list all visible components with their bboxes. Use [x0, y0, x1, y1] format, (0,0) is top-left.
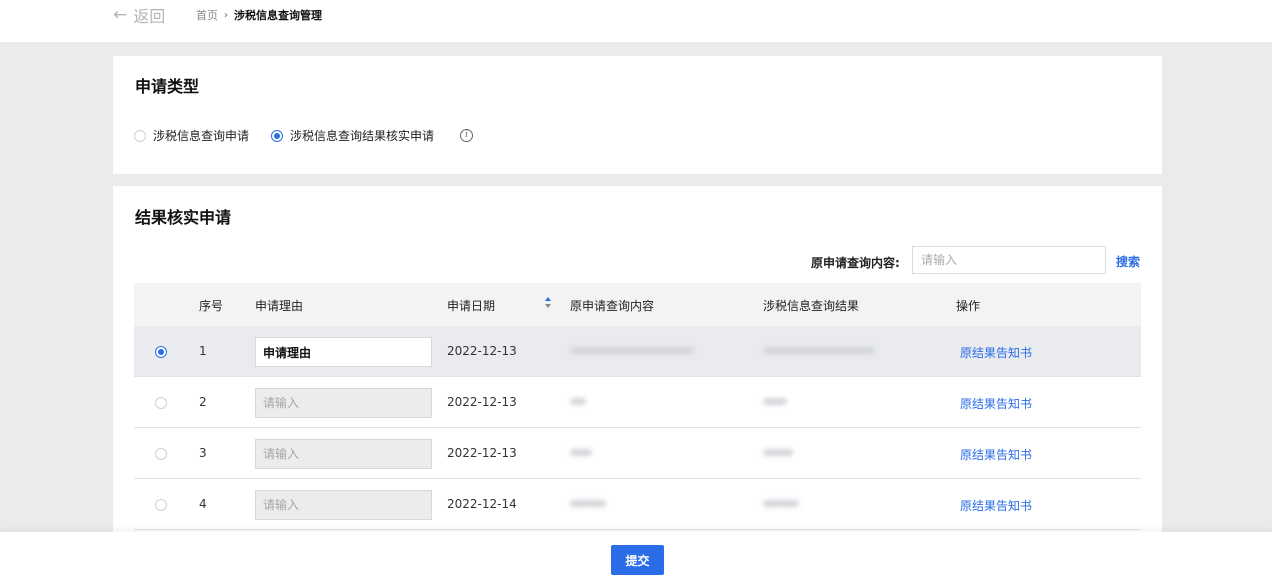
- back-arrow-icon: ←: [113, 5, 128, 25]
- original-notice-link[interactable]: 原结果告知书: [960, 395, 1032, 412]
- redacted-original-content: [570, 398, 586, 405]
- table-row[interactable]: 4 2022-12-14 原结果告知书: [134, 479, 1141, 530]
- reason-input[interactable]: [255, 388, 432, 418]
- redacted-query-result: [763, 449, 793, 456]
- verify-card: 结果核实申请 原申请查询内容: 搜索 序号 申请理由 申请日期 原申请查询内容 …: [113, 186, 1162, 546]
- apply-type-title: 申请类型: [135, 77, 200, 96]
- radio-verify-label: 涉税信息查询结果核实申请: [290, 129, 435, 143]
- reason-input[interactable]: [255, 490, 432, 520]
- table-row[interactable]: 3 2022-12-13 原结果告知书: [134, 428, 1141, 479]
- redacted-original-content: [570, 347, 694, 354]
- search-input[interactable]: [912, 246, 1106, 274]
- redacted-original-content: [570, 449, 592, 456]
- row-date: 2022-12-13: [447, 446, 517, 460]
- apply-type-card: 申请类型 涉税信息查询申请 涉税信息查询结果核实申请 i: [113, 56, 1162, 174]
- top-bar: ← 返回 首页 › 涉税信息查询管理: [0, 0, 1272, 42]
- row-date: 2022-12-14: [447, 497, 517, 511]
- search-label: 原申请查询内容:: [811, 256, 900, 270]
- row-radio[interactable]: [155, 448, 167, 460]
- radio-verify[interactable]: [271, 129, 284, 142]
- verify-title: 结果核实申请: [135, 208, 232, 227]
- reason-input[interactable]: [255, 337, 432, 367]
- col-date: 申请日期: [447, 299, 496, 313]
- breadcrumb-home[interactable]: 首页: [196, 7, 218, 23]
- redacted-query-result: [763, 398, 787, 405]
- row-radio[interactable]: [155, 346, 167, 358]
- col-original-content: 原申请查询内容: [570, 299, 655, 313]
- original-notice-link[interactable]: 原结果告知书: [960, 497, 1032, 514]
- row-date: 2022-12-13: [447, 344, 517, 358]
- redacted-query-result: [763, 500, 799, 507]
- radio-query[interactable]: [134, 129, 146, 142]
- submit-button[interactable]: 提交: [611, 545, 664, 575]
- row-index: 2: [199, 395, 207, 409]
- table-row[interactable]: 1 2022-12-13 原结果告知书: [134, 326, 1141, 377]
- original-notice-link[interactable]: 原结果告知书: [960, 446, 1032, 463]
- row-date: 2022-12-13: [447, 395, 517, 409]
- sort-icon[interactable]: [544, 296, 552, 310]
- row-index: 4: [199, 497, 207, 511]
- radio-option-verify[interactable]: 涉税信息查询结果核实申请: [271, 127, 434, 144]
- back-button[interactable]: ← 返回: [113, 5, 166, 26]
- table-row[interactable]: 2 2022-12-13 原结果告知书: [134, 377, 1141, 428]
- breadcrumb-separator: ›: [224, 9, 228, 21]
- apply-type-radio-group: 涉税信息查询申请 涉税信息查询结果核实申请 i: [134, 127, 474, 144]
- info-icon[interactable]: i: [460, 129, 474, 142]
- col-reason: 申请理由: [255, 299, 304, 313]
- row-radio[interactable]: [155, 499, 167, 511]
- row-index: 3: [199, 446, 207, 460]
- row-index: 1: [199, 344, 207, 358]
- col-query-result: 涉税信息查询结果: [763, 299, 860, 313]
- back-label: 返回: [133, 7, 166, 26]
- breadcrumb: 首页 › 涉税信息查询管理: [196, 7, 322, 23]
- breadcrumb-current: 涉税信息查询管理: [234, 9, 322, 22]
- radio-query-label: 涉税信息查询申请: [153, 129, 250, 143]
- search-button[interactable]: 搜索: [1116, 253, 1140, 270]
- table-header: 序号 申请理由 申请日期 原申请查询内容 涉税信息查询结果 操作: [134, 283, 1141, 326]
- bottom-action-bar: 提交: [0, 532, 1272, 588]
- reason-input[interactable]: [255, 439, 432, 469]
- verify-table: 序号 申请理由 申请日期 原申请查询内容 涉税信息查询结果 操作 1 2022-…: [134, 283, 1141, 530]
- col-action: 操作: [956, 299, 981, 313]
- redacted-original-content: [570, 500, 606, 507]
- radio-option-query[interactable]: 涉税信息查询申请: [134, 127, 249, 144]
- original-notice-link[interactable]: 原结果告知书: [960, 344, 1032, 361]
- col-index: 序号: [199, 299, 224, 313]
- redacted-query-result: [763, 347, 875, 354]
- row-radio[interactable]: [155, 397, 167, 409]
